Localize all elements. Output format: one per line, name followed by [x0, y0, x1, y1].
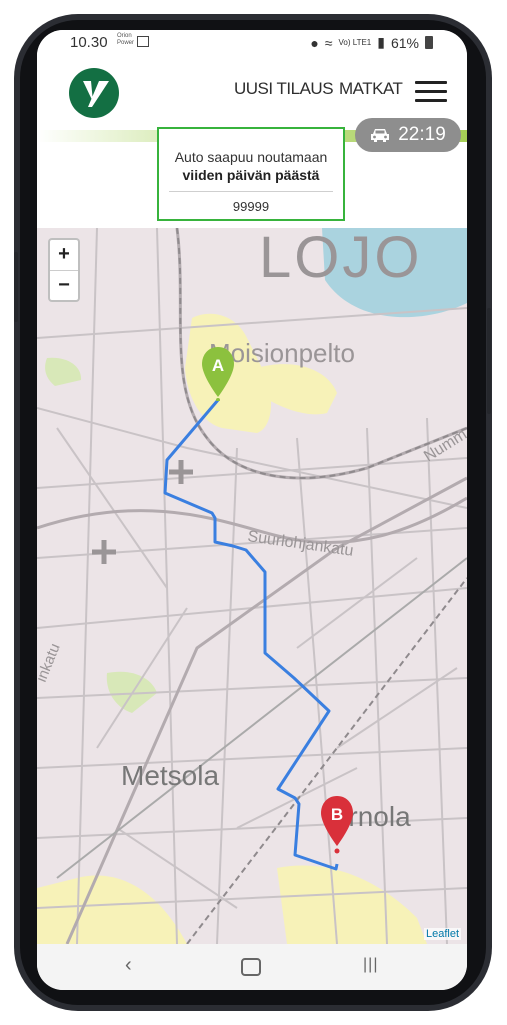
start-marker-label: A: [212, 356, 224, 375]
eta-badge: 22:19: [355, 118, 461, 152]
car-icon: [371, 129, 390, 142]
brand-logo[interactable]: [69, 68, 119, 118]
volume-button: [14, 252, 18, 322]
zoom-in-button[interactable]: +: [50, 240, 78, 271]
carrier-label: Orion Power: [117, 33, 135, 46]
screen: 10.30 Orion Power ● ≈ Vo) LTE1 ▮ 61% UUSI…: [37, 30, 467, 990]
system-nav-bar: ‹ |||: [37, 944, 467, 990]
status-icons: ● ≈ Vo) LTE1 ▮ 61%: [310, 34, 433, 51]
map-tiles: LOJO Moisionpelto Suurlohjankatu Metsola…: [37, 228, 467, 944]
map-label-metsola: Metsola: [121, 760, 219, 791]
route-map[interactable]: LOJO Moisionpelto Suurlohjankatu Metsola…: [37, 228, 467, 944]
nav-trips[interactable]: MATKAT: [339, 79, 403, 99]
nav-new-order[interactable]: UUSI TILAUS: [234, 79, 334, 99]
end-marker-label: B: [331, 805, 343, 824]
divider: [169, 191, 333, 192]
location-icon: ●: [310, 34, 319, 51]
eta-time: 22:19: [398, 124, 446, 145]
battery-icon: [425, 36, 433, 49]
pickup-timing: viiden päivän päästä: [182, 167, 320, 183]
pickup-info-box: Auto saapuu noutamaan viiden päivän pääs…: [157, 127, 345, 221]
network-label: Vo) LTE1: [338, 38, 372, 47]
recent-apps-icon[interactable]: |||: [363, 956, 378, 974]
hamburger-menu-icon[interactable]: [415, 81, 447, 103]
back-icon[interactable]: ‹: [125, 954, 132, 977]
wifi-icon: ≈: [324, 34, 333, 51]
map-label-inkatu: inkatu: [37, 641, 64, 684]
image-notification-icon: [137, 36, 149, 47]
zoom-out-button[interactable]: −: [50, 271, 78, 301]
battery-percent: 61%: [390, 34, 419, 51]
map-label-suurlohjankatu: Suurlohjankatu: [246, 528, 354, 560]
map-attribution[interactable]: Leaflet: [423, 928, 461, 940]
status-time: 10.30: [70, 34, 108, 51]
signal-icon: ▮: [377, 34, 385, 50]
home-icon[interactable]: [241, 958, 261, 976]
start-marker-icon[interactable]: A: [200, 345, 236, 401]
end-marker-icon[interactable]: B: [319, 794, 355, 854]
map-label-lojo: LOJO: [259, 228, 423, 290]
order-code: 99999: [232, 199, 270, 214]
pickup-message: Auto saapuu noutamaan: [174, 149, 328, 165]
status-bar: 10.30 Orion Power ● ≈ Vo) LTE1 ▮ 61%: [37, 30, 467, 56]
zoom-control: + −: [48, 238, 80, 302]
power-button: [487, 308, 491, 414]
